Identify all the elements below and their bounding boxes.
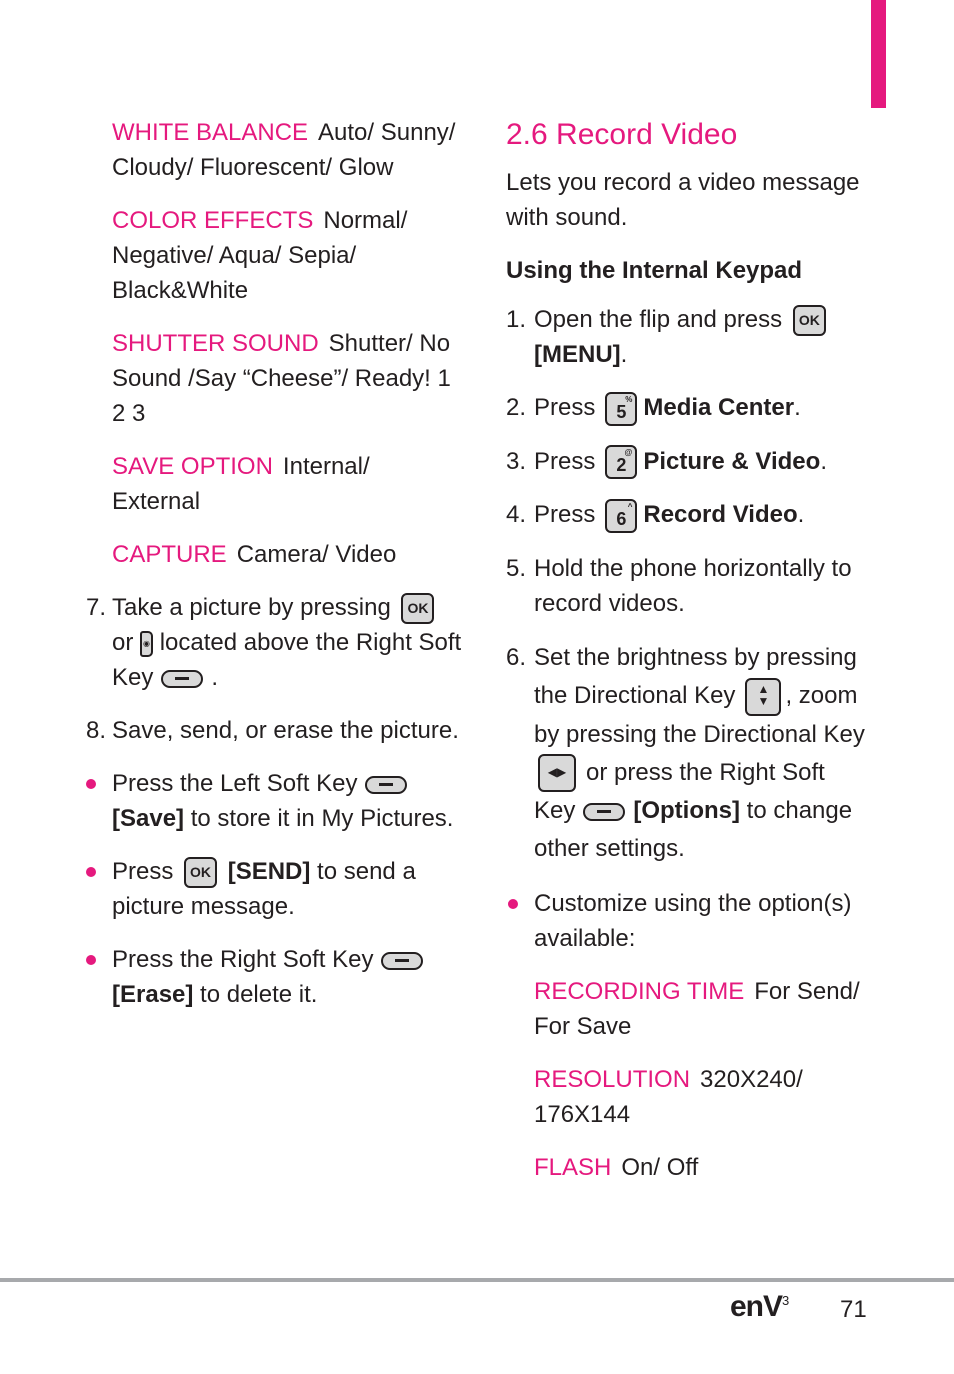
bullet-customize: Customize using the option(s) available: xyxy=(506,886,866,956)
footer-divider xyxy=(0,1278,954,1282)
step-5: 5. Hold the phone horizontally to record… xyxy=(506,554,852,617)
brand-logo: enV3 xyxy=(730,1290,789,1323)
option-shutter-sound: SHUTTER SOUND Shutter/ No Sound /Say “Che… xyxy=(112,330,451,427)
ok-key-icon: OK xyxy=(401,593,435,625)
subheading: Using the Internal Keypad xyxy=(506,257,803,284)
ok-key-icon: OK xyxy=(184,857,218,889)
section-intro: Lets you record a video message with sou… xyxy=(506,169,860,231)
left-soft-key-icon xyxy=(365,775,408,794)
section-tab-marker xyxy=(871,0,886,108)
step-7: 7. Take a picture by pressing OK or ◉ lo… xyxy=(86,593,462,691)
step-4: 4. Press 6 ^ Record Video. xyxy=(506,497,866,533)
step-6: 6. Set the brightness by pressing the Di… xyxy=(506,643,865,863)
option-flash: FLASH On/ Off xyxy=(534,1154,699,1182)
left-column: WHITE BALANCE Auto/ Sunny/ Cloudy/ Fluore… xyxy=(86,115,462,1030)
right-soft-key-icon xyxy=(381,951,424,970)
bullet-save: Press the Left Soft Key [Save] to store … xyxy=(86,766,462,836)
bullet-send: Press OK [SEND] to send a picture messag… xyxy=(86,854,462,924)
option-recording-time: RECORDING TIME For Send/ For Save xyxy=(534,978,860,1041)
bullet-dot-icon xyxy=(86,779,96,789)
option-color-effects: COLOR EFFECTS Normal/ Negative/ Aqua/ Sep… xyxy=(112,207,408,304)
right-soft-key-icon xyxy=(583,802,626,821)
ok-key-icon: OK xyxy=(792,305,826,337)
camera-key-icon: ◉ xyxy=(140,630,154,657)
directional-up-down-key-icon: ▲ ▼ xyxy=(745,677,782,716)
step-2: 2. Press 5% Media Center. xyxy=(506,390,866,426)
bullet-dot-icon xyxy=(86,867,96,877)
option-resolution: RESOLUTION 320X240/ 176X144 xyxy=(534,1066,803,1129)
step-1: 1. Open the flip and press OK [MENU]. xyxy=(506,302,866,372)
key-2-icon: 2 @ xyxy=(605,445,638,480)
right-column: 2.6 Record Video Lets you record a video… xyxy=(506,115,866,1203)
step-3: 3. Press 2 @ Picture & Video. xyxy=(506,444,866,480)
directional-left-right-key-icon: ◀▶ xyxy=(538,754,576,793)
video-options: RECORDING TIME For Send/ For Save RESOLUT… xyxy=(506,974,866,1185)
bullet-dot-icon xyxy=(508,899,518,910)
bullet-erase: Press the Right Soft Key [Erase] to dele… xyxy=(86,942,462,1012)
page-number: 71 xyxy=(840,1296,867,1323)
bullet-dot-icon xyxy=(86,955,96,965)
key-6-icon: 6 ^ xyxy=(605,498,638,533)
section-title: 2.6 Record Video xyxy=(506,118,738,151)
option-save-option: SAVE OPTION Internal/ External xyxy=(112,453,370,515)
option-white-balance: WHITE BALANCE Auto/ Sunny/ Cloudy/ Fluore… xyxy=(112,119,456,181)
step-8: 8. Save, send, or erase the picture. xyxy=(86,717,459,744)
key-5-icon: 5% xyxy=(605,391,638,426)
right-soft-key-icon xyxy=(161,669,204,688)
option-capture: CAPTURE Camera/ Video xyxy=(112,541,397,568)
